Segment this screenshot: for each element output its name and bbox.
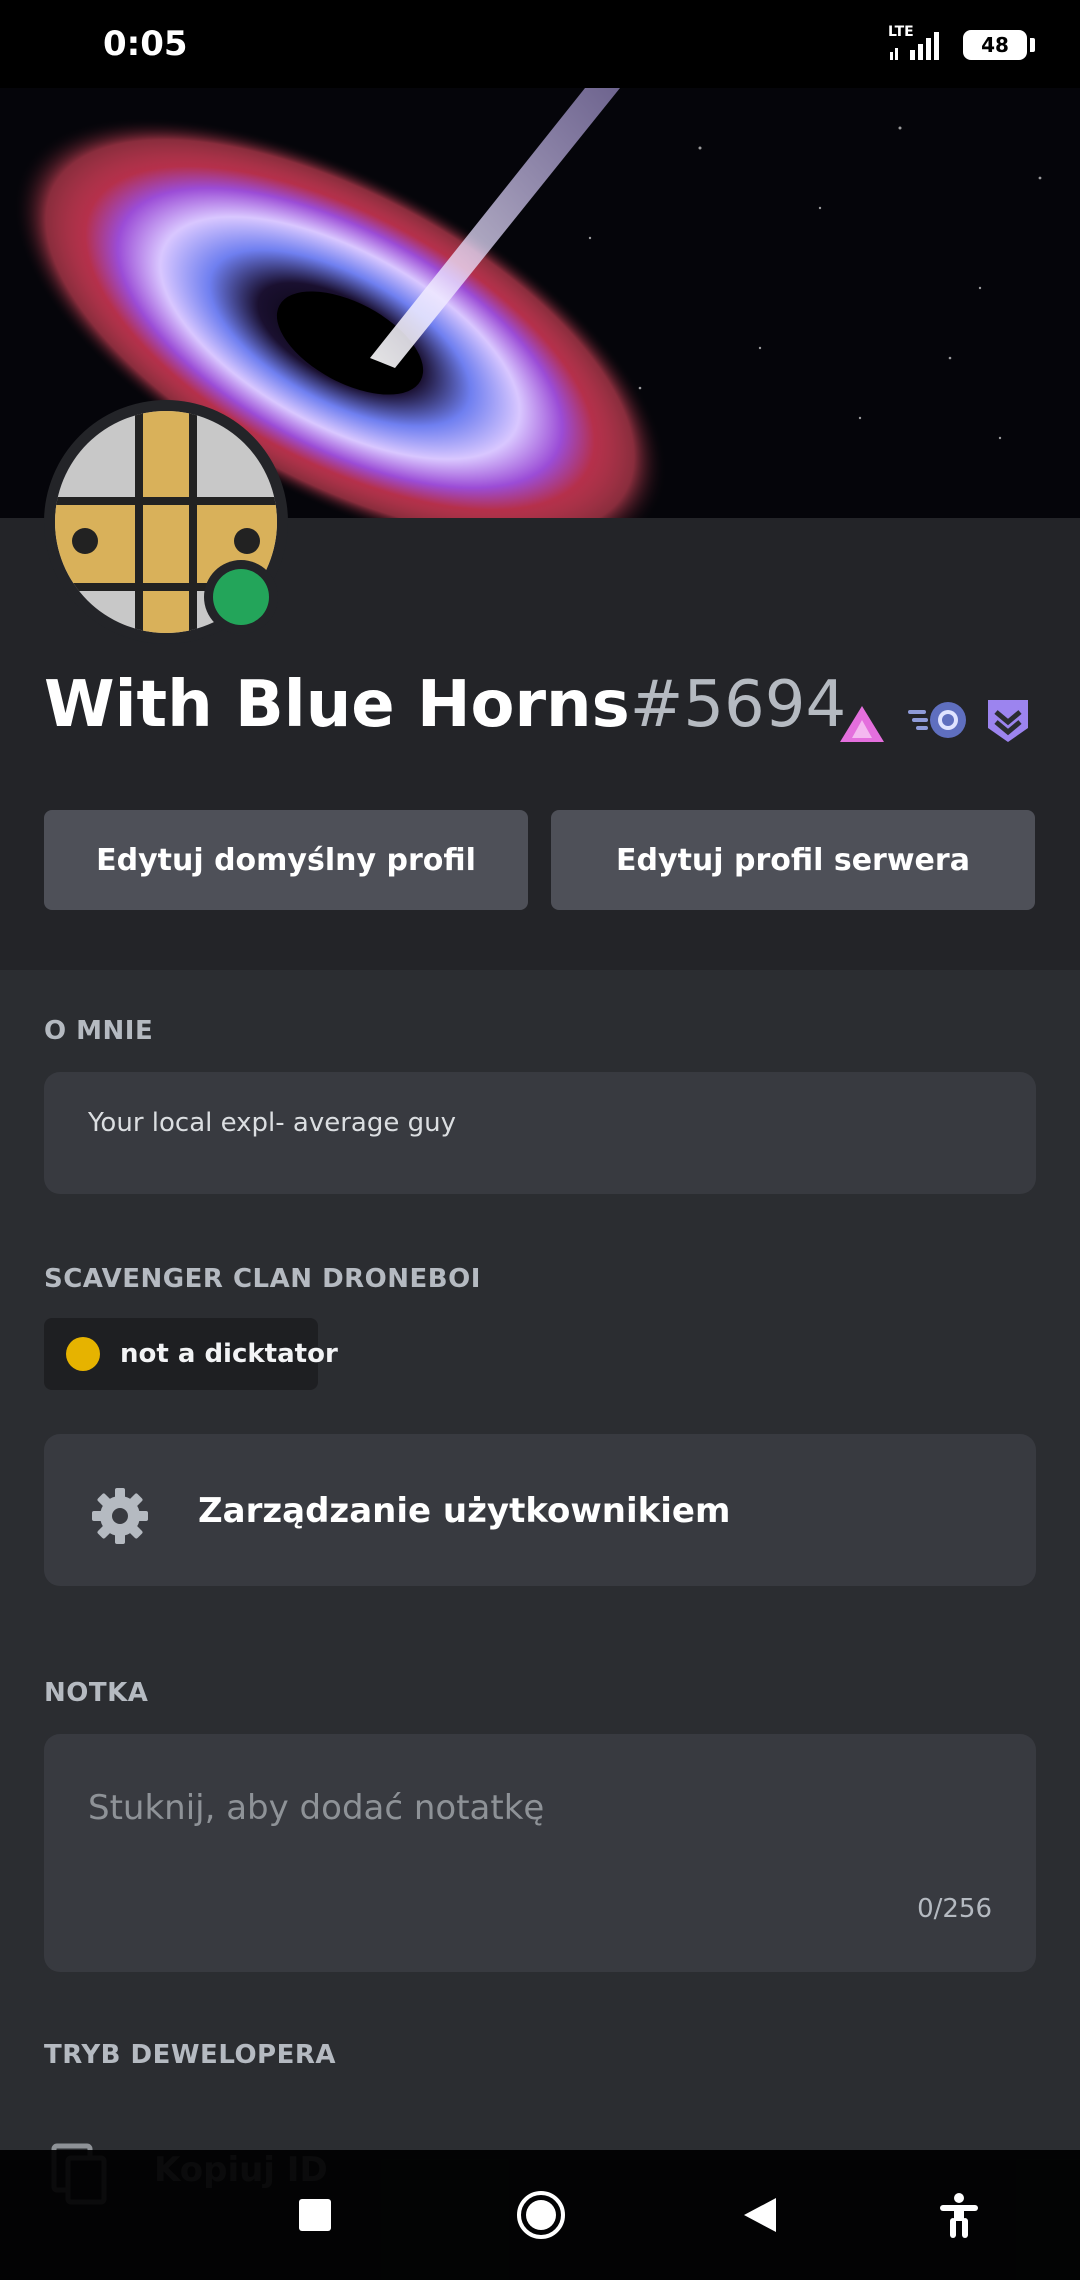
edit-server-profile-button[interactable]: Edytuj profil serwera: [551, 810, 1035, 910]
signal-icon: LTE: [888, 24, 948, 66]
username: With Blue Horns#5694: [44, 668, 846, 742]
developer-label: TRYB DEWELOPERA: [44, 2040, 337, 2070]
note-placeholder: Stuknij, aby dodać notatkę: [88, 1788, 545, 1828]
accessibility-icon[interactable]: [938, 2192, 980, 2238]
discriminator: #5694: [629, 668, 847, 742]
edit-default-profile-button[interactable]: Edytuj domyślny profil: [44, 810, 528, 910]
nitro-boost-icon[interactable]: [908, 696, 972, 744]
about-label: O MNIE: [44, 1016, 154, 1046]
manage-user-label: Zarządzanie użytkownikiem: [198, 1491, 731, 1531]
status-bar: 0:05 LTE 48: [0, 0, 1080, 88]
note-field[interactable]: Stuknij, aby dodać notatkę 0/256: [44, 1734, 1036, 1972]
manage-user-button[interactable]: Zarządzanie użytkownikiem: [44, 1434, 1036, 1586]
hypesquad-bravery-icon[interactable]: [986, 698, 1030, 744]
status-time: 0:05: [103, 24, 188, 64]
role-pill[interactable]: not a dicktator: [44, 1318, 338, 1390]
gear-icon: [92, 1488, 148, 1544]
badges: [838, 690, 1038, 750]
back-icon[interactable]: [742, 2196, 778, 2234]
note-char-count: 0/256: [917, 1894, 992, 1924]
about-text: Your local expl- average guy: [88, 1108, 456, 1138]
roles-label: SCAVENGER CLAN DRONEBOI: [44, 1264, 481, 1294]
note-label: NOTKA: [44, 1678, 149, 1708]
battery-tip: [1030, 38, 1035, 52]
battery-icon: 48: [963, 30, 1027, 60]
home-icon[interactable]: [516, 2190, 566, 2240]
role-name: not a dicktator: [120, 1339, 338, 1369]
recents-icon[interactable]: [298, 2198, 332, 2232]
hypesquad-balance-icon[interactable]: [838, 702, 886, 746]
about-card: Your local expl- average guy: [44, 1072, 1036, 1194]
role-color-dot: [66, 1337, 100, 1371]
username-text: With Blue Horns: [44, 668, 630, 742]
online-status-icon: [213, 569, 269, 625]
system-nav-bar: [0, 2150, 1080, 2280]
